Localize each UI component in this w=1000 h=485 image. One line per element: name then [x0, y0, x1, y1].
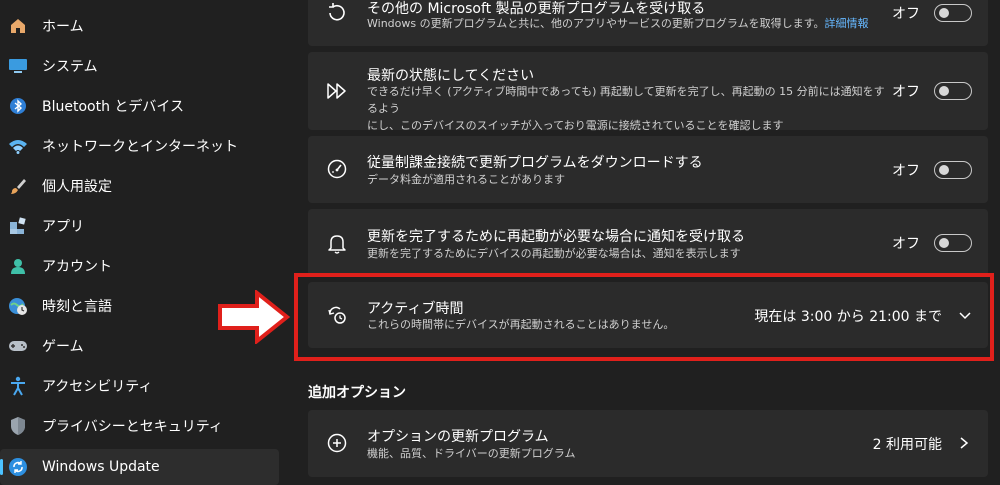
sidebar-item-label: システム [42, 59, 98, 75]
sidebar-item-accounts[interactable]: アカウント [0, 248, 279, 284]
other-products-desc-text: Windows の更新プログラムと共に、他のアプリやサービスの更新プログラムを取… [367, 17, 825, 30]
notify-restart-toggle[interactable] [934, 234, 972, 252]
apps-icon [8, 216, 28, 236]
gauge-icon [324, 156, 350, 182]
toggle-knob [939, 238, 949, 248]
get-latest-title: 最新の状態にしてください [367, 68, 535, 84]
annotation-arrow-icon [217, 288, 291, 348]
active-indicator [0, 459, 3, 475]
notify-restart-toggle-group: オフ [892, 233, 972, 253]
sidebar-item-accessibility[interactable]: アクセシビリティ [0, 368, 279, 404]
account-icon [8, 256, 28, 276]
sidebar-item-label: Windows Update [42, 459, 160, 475]
get-latest-desc-line1: できるだけ早く (アクティブ時間中であっても) 再起動して更新を完了し、再起動の… [367, 85, 885, 115]
sidebar-item-label: プライバシーとセキュリティ [42, 419, 223, 435]
get-latest-desc-line2: にし、このデバイスのスイッチが入っており電源に接続されていることを確認します [367, 119, 784, 132]
sidebar-item-apps[interactable]: アプリ [0, 208, 279, 244]
sidebar-item-label: アクセシビリティ [42, 379, 153, 395]
refresh-icon [324, 0, 350, 26]
sidebar-item-home[interactable]: ホーム [0, 8, 279, 44]
optional-updates-desc: 機能、品質、ドライバーの更新プログラム [367, 447, 576, 460]
get-latest-toggle[interactable] [934, 82, 972, 100]
toggle-state-label: オフ [892, 6, 920, 22]
metered-toggle-group: オフ [892, 160, 972, 180]
annotation-highlight-box [294, 273, 994, 361]
sidebar-item-network[interactable]: ネットワークとインターネット [0, 128, 279, 164]
toggle-state-label: オフ [892, 236, 920, 252]
other-products-desc: Windows の更新プログラムと共に、他のアプリやサービスの更新プログラムを取… [367, 15, 887, 32]
shield-icon [8, 416, 28, 436]
wifi-icon [8, 136, 28, 156]
optional-updates-card[interactable]: オプションの更新プログラム 機能、品質、ドライバーの更新プログラム 2 利用可能 [308, 410, 988, 477]
metered-desc: データ料金が適用されることがあります [367, 173, 565, 186]
chevron-right-icon[interactable] [958, 435, 970, 454]
optional-updates-title: オプションの更新プログラム [367, 429, 549, 445]
accessibility-icon [8, 376, 28, 396]
get-latest-toggle-group: オフ [892, 81, 972, 101]
notify-restart-title: 更新を完了するために再起動が必要な場合に通知を受け取る [367, 229, 745, 245]
other-products-toggle-group: オフ [892, 3, 972, 23]
metered-title: 従量制課金接続で更新プログラムをダウンロードする [367, 155, 703, 171]
sidebar-item-label: 個人用設定 [42, 179, 112, 195]
sidebar-item-label: アカウント [42, 259, 112, 275]
gamepad-icon [8, 336, 28, 356]
other-products-card: その他の Microsoft 製品の更新プログラムを受け取る Windows の… [308, 0, 988, 46]
notify-restart-desc: 更新を完了するためにデバイスの再起動が必要な場合は、通知を表示します [367, 247, 741, 260]
toggle-state-label: オフ [892, 84, 920, 100]
sidebar-nav: ホーム システム Bluetooth とデバイス ネットワークとインターネット … [0, 0, 290, 485]
sidebar-item-label: ゲーム [42, 339, 84, 355]
main-content: その他の Microsoft 製品の更新プログラムを受け取る Windows の… [308, 0, 988, 480]
metered-toggle[interactable] [934, 161, 972, 179]
toggle-knob [939, 165, 949, 175]
get-latest-desc: できるだけ早く (アクティブ時間中であっても) 再起動して更新を完了し、再起動の… [367, 83, 887, 134]
additional-options-heading: 追加オプション [308, 385, 406, 401]
home-icon [8, 16, 28, 36]
learn-more-link[interactable]: 詳細情報 [825, 17, 869, 30]
sidebar-item-system[interactable]: システム [0, 48, 279, 84]
fast-forward-icon [324, 78, 350, 104]
toggle-knob [939, 86, 949, 96]
update-icon [8, 457, 28, 477]
sidebar-item-label: Bluetooth とデバイス [42, 99, 184, 115]
sidebar-item-privacy-security[interactable]: プライバシーとセキュリティ [0, 408, 279, 444]
sidebar-item-label: アプリ [42, 219, 84, 235]
notify-restart-card: 更新を完了するために再起動が必要な場合に通知を受け取る 更新を完了するためにデバ… [308, 209, 988, 276]
sidebar-item-label: ホーム [42, 19, 84, 35]
metered-card: 従量制課金接続で更新プログラムをダウンロードする データ料金が適用されることがあ… [308, 136, 988, 203]
globe-clock-icon [8, 296, 28, 316]
toggle-knob [939, 8, 949, 18]
sidebar-item-bluetooth[interactable]: Bluetooth とデバイス [0, 88, 279, 124]
plus-circle-icon [324, 430, 350, 456]
sidebar-item-label: ネットワークとインターネット [42, 139, 238, 155]
bell-icon [324, 231, 350, 257]
system-icon [8, 56, 28, 76]
brush-icon [8, 176, 28, 196]
get-latest-card: 最新の状態にしてください できるだけ早く (アクティブ時間中であっても) 再起動… [308, 52, 988, 132]
bluetooth-icon [8, 96, 28, 116]
sidebar-item-personalization[interactable]: 個人用設定 [0, 168, 279, 204]
optional-updates-count: 2 利用可能 [872, 437, 942, 453]
sidebar-item-label: 時刻と言語 [42, 299, 112, 315]
other-products-toggle[interactable] [934, 4, 972, 22]
toggle-state-label: オフ [892, 163, 920, 179]
